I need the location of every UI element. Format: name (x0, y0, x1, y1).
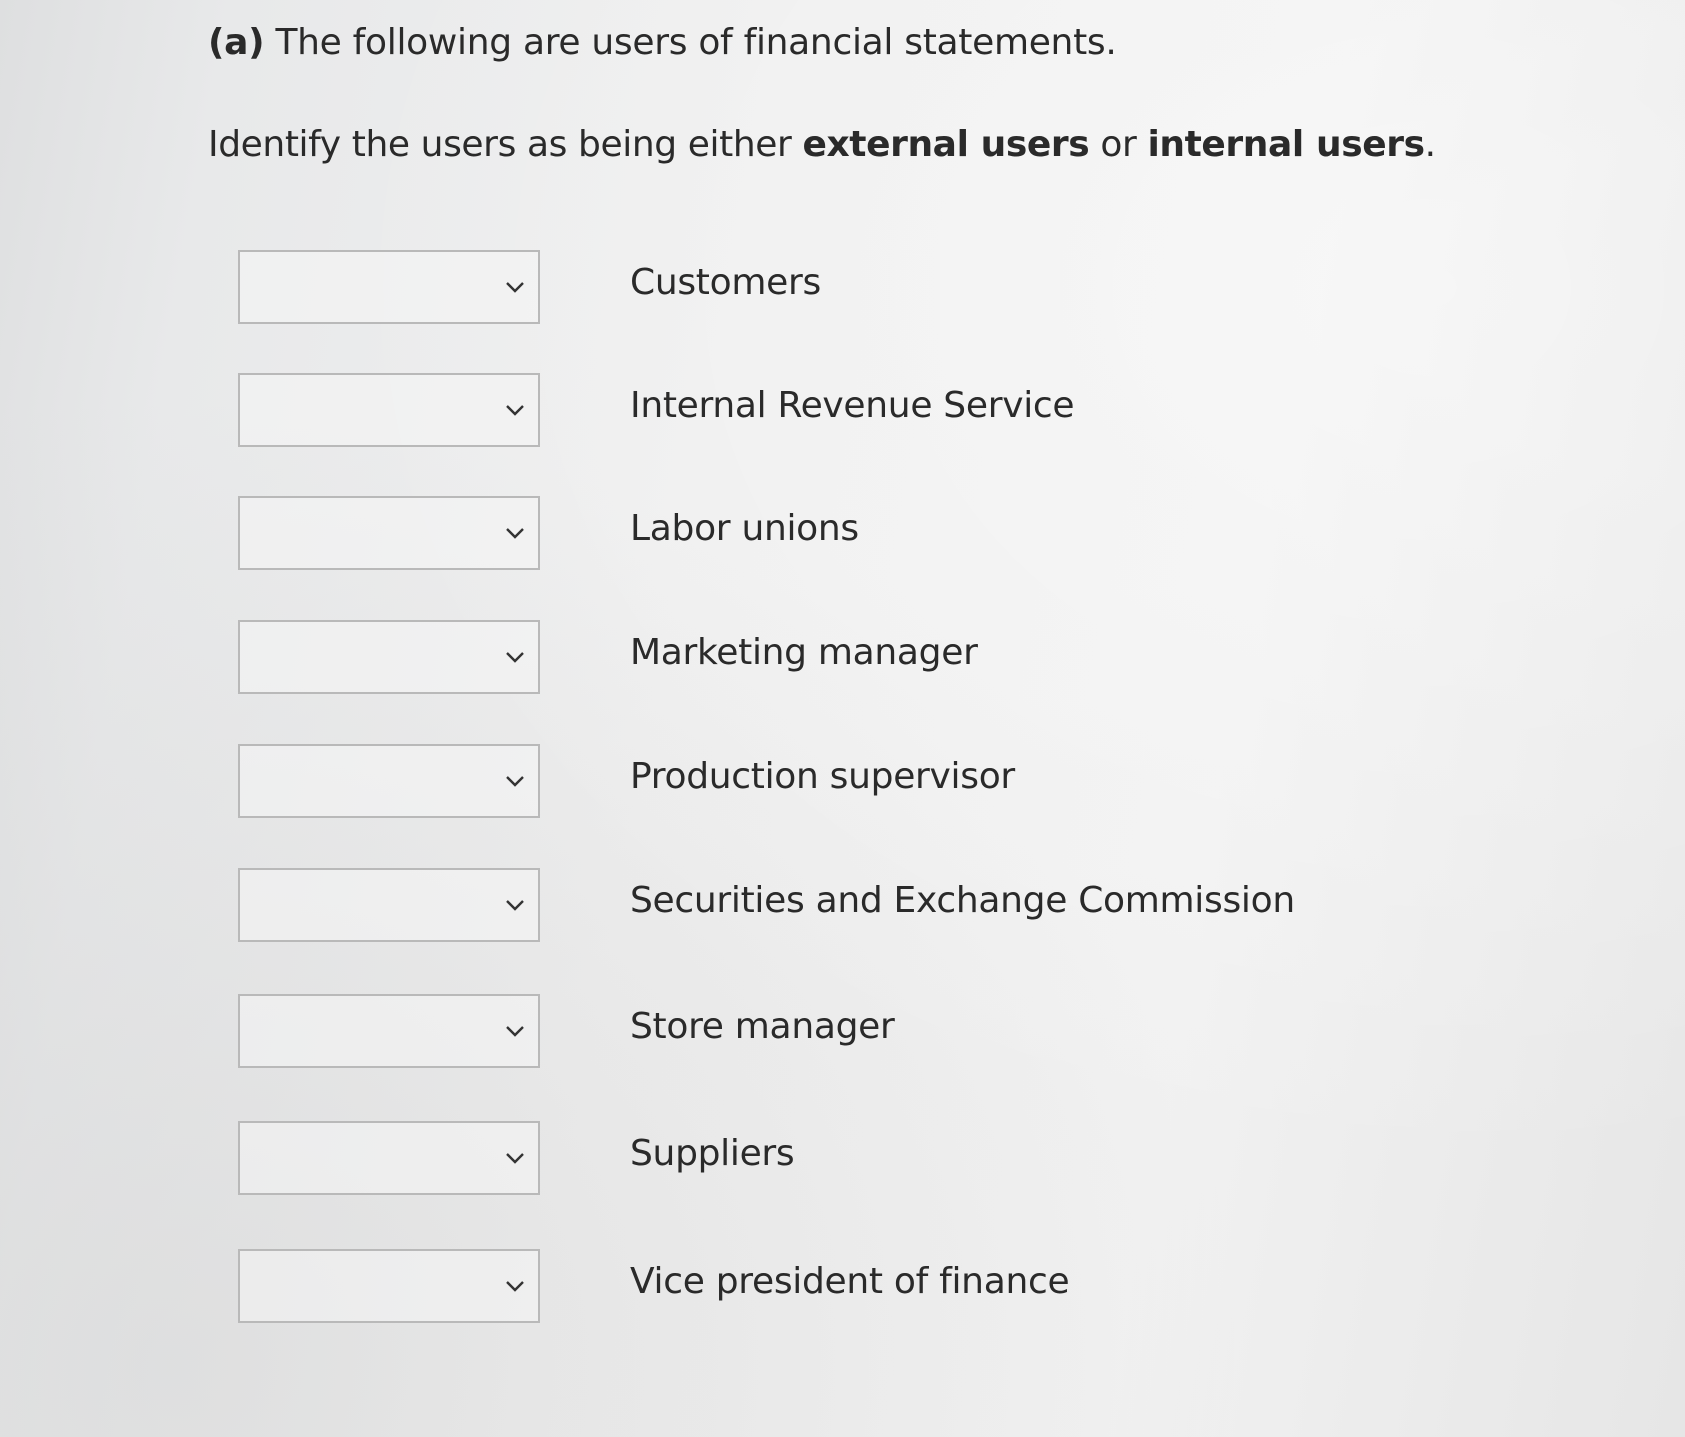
user-type-dropdown[interactable] (238, 1121, 540, 1195)
answer-row-internal-revenue-service: Internal Revenue Service (238, 373, 1238, 449)
user-label: Store manager (630, 1006, 895, 1047)
instruction-suffix: . (1424, 124, 1436, 165)
user-type-dropdown[interactable] (238, 744, 540, 818)
answer-row-production-supervisor: Production supervisor (238, 744, 1238, 820)
instruction-text: Identify the users as being either exter… (208, 124, 1436, 165)
user-label: Internal Revenue Service (630, 385, 1075, 426)
user-label: Labor unions (630, 508, 859, 549)
chevron-down-icon (506, 1026, 524, 1037)
user-label: Securities and Exchange Commission (630, 880, 1295, 921)
user-label: Vice president of finance (630, 1261, 1070, 1302)
answer-row-suppliers: Suppliers (238, 1121, 1238, 1197)
user-type-dropdown[interactable] (238, 373, 540, 447)
chevron-down-icon (506, 652, 524, 663)
question-heading: (a) The following are users of financial… (208, 22, 1117, 63)
user-type-dropdown[interactable] (238, 620, 540, 694)
user-type-dropdown[interactable] (238, 1249, 540, 1323)
answer-row-customers: Customers (238, 250, 1238, 326)
user-label: Marketing manager (630, 632, 978, 673)
chevron-down-icon (506, 1281, 524, 1292)
user-type-dropdown[interactable] (238, 496, 540, 570)
answer-row-store-manager: Store manager (238, 994, 1238, 1070)
answer-row-marketing-manager: Marketing manager (238, 620, 1238, 696)
instruction-middle: or (1089, 124, 1148, 165)
user-type-dropdown[interactable] (238, 250, 540, 324)
answer-row-vice-president-of-finance: Vice president of finance (238, 1249, 1238, 1325)
question-part-label: (a) (208, 22, 265, 63)
chevron-down-icon (506, 1153, 524, 1164)
answer-row-securities-and-exchange-commission: Securities and Exchange Commission (238, 868, 1295, 944)
user-type-dropdown[interactable] (238, 994, 540, 1068)
question-text: The following are users of financial sta… (275, 22, 1117, 63)
instruction-external-term: external users (802, 124, 1090, 165)
instruction-internal-term: internal users (1147, 124, 1425, 165)
user-label: Suppliers (630, 1133, 795, 1174)
page: (a) The following are users of financial… (0, 0, 1685, 1437)
chevron-down-icon (506, 776, 524, 787)
chevron-down-icon (506, 282, 524, 293)
chevron-down-icon (506, 900, 524, 911)
chevron-down-icon (506, 405, 524, 416)
chevron-down-icon (506, 528, 524, 539)
user-label: Production supervisor (630, 756, 1015, 797)
user-type-dropdown[interactable] (238, 868, 540, 942)
instruction-prefix: Identify the users as being either (208, 124, 803, 165)
user-label: Customers (630, 262, 821, 303)
answer-row-labor-unions: Labor unions (238, 496, 1238, 572)
